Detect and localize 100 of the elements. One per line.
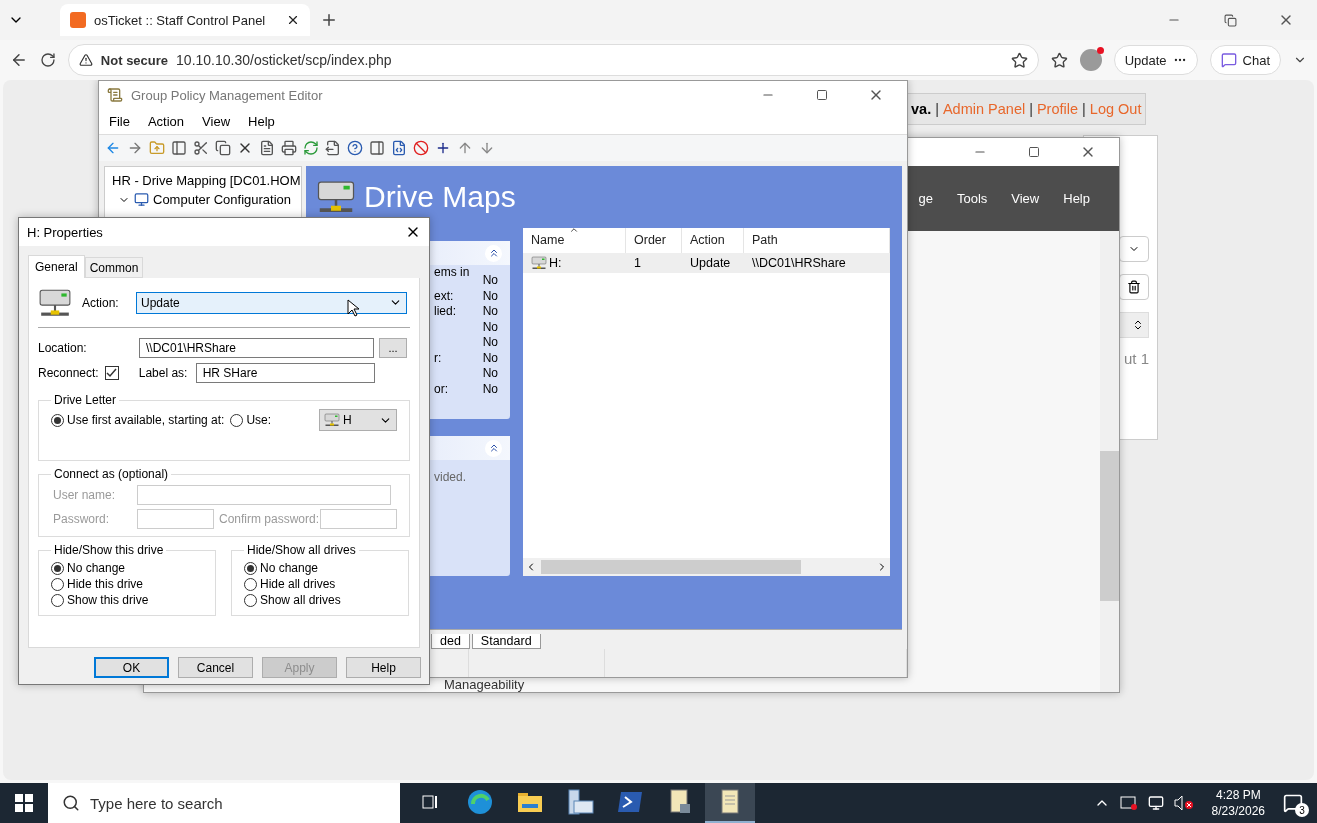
radio-button[interactable]: No change	[244, 561, 396, 575]
close-icon[interactable]	[286, 13, 300, 27]
document-icon[interactable]	[391, 140, 407, 156]
field-label: Location:	[38, 340, 88, 355]
tree-item[interactable]: HR - Drive Mapping [DC01.HOM	[112, 173, 301, 188]
list-cell: Update	[690, 256, 731, 270]
label-field[interactable]: HR SHare	[195, 362, 375, 383]
help-icon[interactable]	[347, 140, 363, 156]
panel-icon[interactable]	[369, 140, 385, 156]
ban-icon[interactable]	[413, 140, 429, 156]
dialog-title: H: Properties	[27, 224, 103, 240]
restore-icon[interactable]	[1223, 13, 1237, 27]
radio-button[interactable]: Hide this drive	[51, 577, 203, 591]
view-tab[interactable]: Standard	[471, 634, 541, 649]
drive-dropdown[interactable]: H	[319, 409, 397, 431]
back-icon[interactable]	[10, 51, 28, 69]
group-title: Drive Letter	[53, 393, 118, 407]
computer-icon	[134, 192, 149, 207]
browse-button[interactable]: ...	[379, 337, 407, 358]
sort-icon[interactable]	[1132, 319, 1144, 331]
warning-icon	[78, 53, 93, 67]
radio-button[interactable]: Use:	[230, 413, 272, 427]
clock-date: 8/23/2026	[1211, 803, 1265, 819]
new-tab-icon[interactable]	[320, 11, 338, 29]
radio-button[interactable]: Show all drives	[244, 593, 396, 607]
menu-item[interactable]: View	[202, 114, 231, 129]
menu-item[interactable]: View	[1011, 191, 1040, 206]
menu-item[interactable]: Help	[1063, 191, 1090, 206]
search-icon	[62, 794, 80, 812]
plus-icon[interactable]	[435, 140, 451, 156]
drive-icon	[324, 412, 340, 428]
speaker-muted-icon[interactable]	[1173, 795, 1194, 811]
chat-button[interactable]: Chat	[1209, 45, 1282, 75]
folder-icon[interactable]	[517, 791, 543, 813]
trash-icon	[1127, 280, 1141, 294]
address-bar[interactable]: Not secure 10.10.10.30/osticket/scp/index.php	[67, 44, 1039, 76]
view-tab[interactable]: ded	[431, 634, 470, 649]
radio-button[interactable]: Use first available, starting at:	[51, 413, 225, 427]
list-cell: \\DC01\HRShare	[752, 256, 846, 270]
taskbar-app[interactable]	[705, 783, 755, 823]
radio-button[interactable]: Show this drive	[51, 593, 203, 607]
url-text: 10.10.10.30/osticket/scp/index.php	[176, 52, 392, 68]
separator-text: |	[1029, 101, 1033, 117]
list-row[interactable]: H: 1 Update \\DC01\HRShare	[523, 253, 890, 273]
dialog-button[interactable]: OK	[94, 657, 169, 678]
favorites-icon[interactable]	[1050, 51, 1068, 69]
field-label: Action:	[82, 295, 120, 310]
network-icon[interactable]	[1147, 795, 1164, 811]
notepad-icon[interactable]	[718, 789, 742, 815]
location-field[interactable]: \\DC01\HRShare	[139, 337, 374, 358]
browser-icon[interactable]	[467, 789, 493, 815]
forward-icon[interactable]	[127, 140, 143, 156]
printer-icon[interactable]	[281, 140, 297, 156]
star-icon[interactable]	[1010, 51, 1028, 69]
document-icon[interactable]	[668, 789, 692, 815]
server-icon[interactable]	[566, 789, 594, 815]
collapse-button[interactable]	[485, 244, 502, 262]
document-icon[interactable]	[259, 140, 275, 156]
scissors-icon[interactable]	[193, 140, 209, 156]
action-dropdown[interactable]: Update	[136, 291, 407, 314]
property-value: No	[482, 335, 498, 351]
password-field[interactable]	[137, 509, 214, 529]
browser-tab[interactable]: osTicket :: Staff Control Panel	[60, 4, 310, 36]
update-button[interactable]: Update	[1113, 45, 1198, 75]
notification-badge: 3	[1295, 803, 1309, 817]
notification-icon[interactable]	[1283, 793, 1303, 813]
confirm-password-field[interactable]	[320, 509, 398, 529]
search-field[interactable]: Type here to search	[48, 783, 400, 823]
field-label: User name:	[53, 488, 116, 502]
dialog-tab[interactable]: Common	[84, 257, 144, 278]
scroll-thumb[interactable]	[541, 560, 801, 574]
radio-button[interactable]: No change	[51, 561, 203, 575]
windows-logo-icon[interactable]	[15, 794, 33, 812]
menu-item[interactable]: File	[109, 114, 130, 129]
tree-item[interactable]: Computer Configuration	[153, 192, 292, 207]
terminal-icon[interactable]	[617, 791, 643, 813]
field-label: Confirm password:	[219, 512, 320, 526]
menu-item[interactable]: Help	[248, 114, 275, 129]
property-value: No	[482, 288, 498, 304]
menu-item[interactable]: Tools	[956, 191, 988, 206]
panel-icon[interactable]	[171, 140, 187, 156]
property-label: r:	[434, 350, 443, 366]
copy-icon[interactable]	[215, 140, 231, 156]
maximize-icon[interactable]	[1028, 146, 1040, 158]
menu-item[interactable]: Action	[147, 114, 185, 129]
maximize-icon[interactable]	[816, 89, 828, 101]
profile-avatar[interactable]	[1079, 49, 1102, 71]
dialog-tab[interactable]: General	[28, 255, 85, 278]
export-icon[interactable]	[325, 140, 341, 156]
reload-icon[interactable]	[39, 52, 56, 68]
task-view-icon[interactable]	[421, 793, 439, 811]
refresh-icon[interactable]	[303, 140, 319, 156]
collapse-button[interactable]	[485, 439, 502, 457]
scroll-thumb[interactable]	[1100, 451, 1119, 601]
radio-button[interactable]: Hide all drives	[244, 577, 396, 591]
dialog-button[interactable]: Cancel	[178, 657, 253, 678]
dialog-button[interactable]: Help	[346, 657, 421, 678]
user-name: va.	[911, 101, 932, 117]
checkbox[interactable]	[104, 365, 119, 380]
menu-item[interactable]: ge	[918, 191, 933, 206]
